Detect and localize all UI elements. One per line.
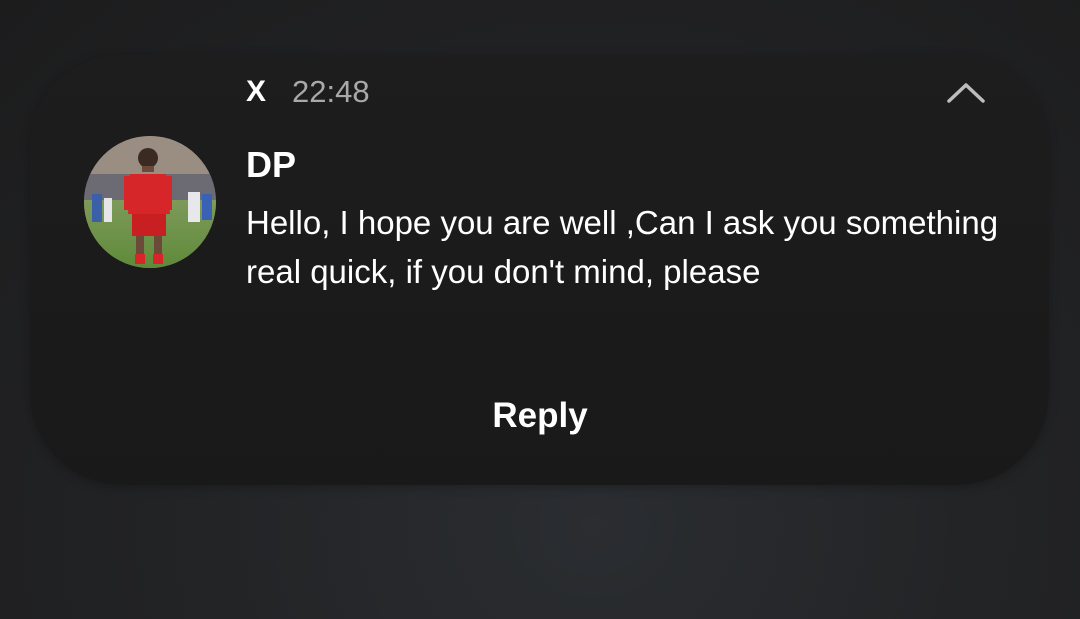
sender-name: DP — [246, 144, 297, 185]
app-name: X — [246, 75, 267, 108]
profile-photo-avatar — [84, 136, 216, 268]
reply-button[interactable]: Reply — [440, 388, 640, 444]
collapse-button[interactable] — [945, 78, 987, 106]
chevron-up-icon — [947, 83, 985, 103]
message-text: Hello, I hope you are well ,Can I ask yo… — [246, 204, 999, 290]
avatar — [84, 136, 216, 268]
notification-time: 22:48 — [292, 74, 370, 109]
